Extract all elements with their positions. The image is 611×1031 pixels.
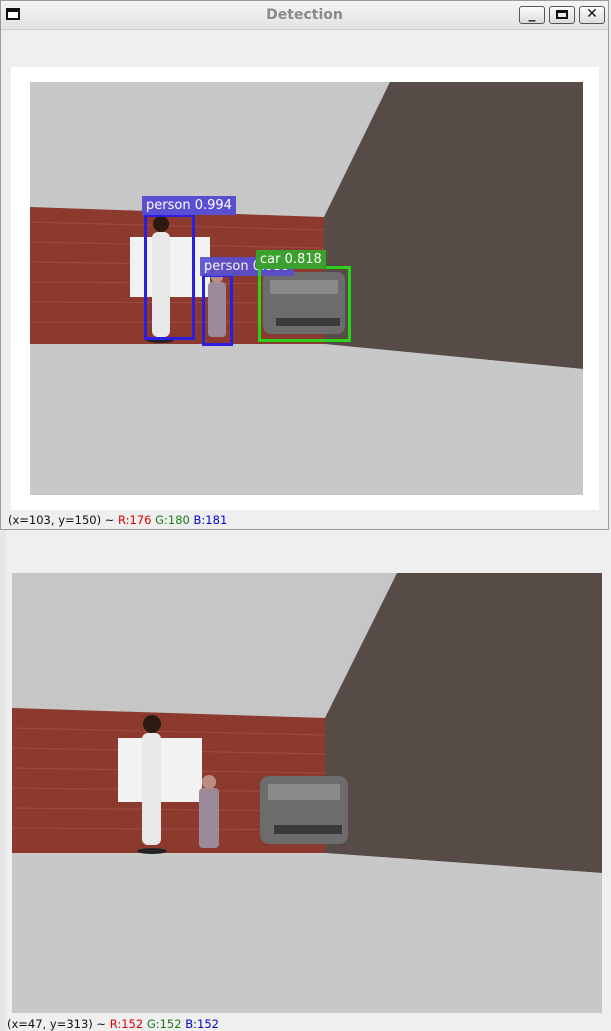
pixel-green: G:180 (155, 513, 190, 527)
pixel-blue: B:181 (193, 513, 228, 527)
minimize-button[interactable]: _ (519, 6, 545, 24)
cursor-coords: (x=103, y=150) ~ (8, 513, 115, 527)
pixel-blue-bottom: B:152 (185, 1017, 219, 1031)
detection-label-person-1: person 0.994 (142, 196, 236, 215)
close-icon: ✕ (586, 6, 598, 22)
status-bar: (x=103, y=150) ~ R:176 G:180 B:181 (8, 513, 227, 527)
pixel-red: R:176 (118, 513, 152, 527)
pixel-green-bottom: G:152 (146, 1017, 182, 1031)
detection-box-person-2 (202, 274, 233, 346)
close-button[interactable]: ✕ (579, 6, 605, 24)
title-bar[interactable]: Detection _ ✕ (1, 1, 608, 30)
detection-label-car: car 0.818 (256, 250, 326, 269)
maximize-button[interactable] (549, 6, 575, 24)
detection-box-person-1 (144, 214, 195, 340)
window-title: Detection (266, 7, 343, 23)
cursor-coords-bottom: (x=47, y=313) ~ (7, 1017, 107, 1031)
source-image[interactable] (12, 573, 602, 1013)
second-window-edge (0, 530, 6, 1031)
status-bar-bottom: (x=47, y=313) ~ R:152 G:152 B:152 (7, 1017, 219, 1031)
pixel-red-bottom: R:152 (109, 1017, 144, 1031)
maximize-icon (556, 10, 568, 19)
detection-window: Detection _ ✕ person 0.994 person 0.939 … (0, 0, 609, 530)
source-scene (12, 573, 602, 1013)
minimize-icon: _ (528, 6, 536, 22)
detection-box-car (258, 266, 351, 342)
